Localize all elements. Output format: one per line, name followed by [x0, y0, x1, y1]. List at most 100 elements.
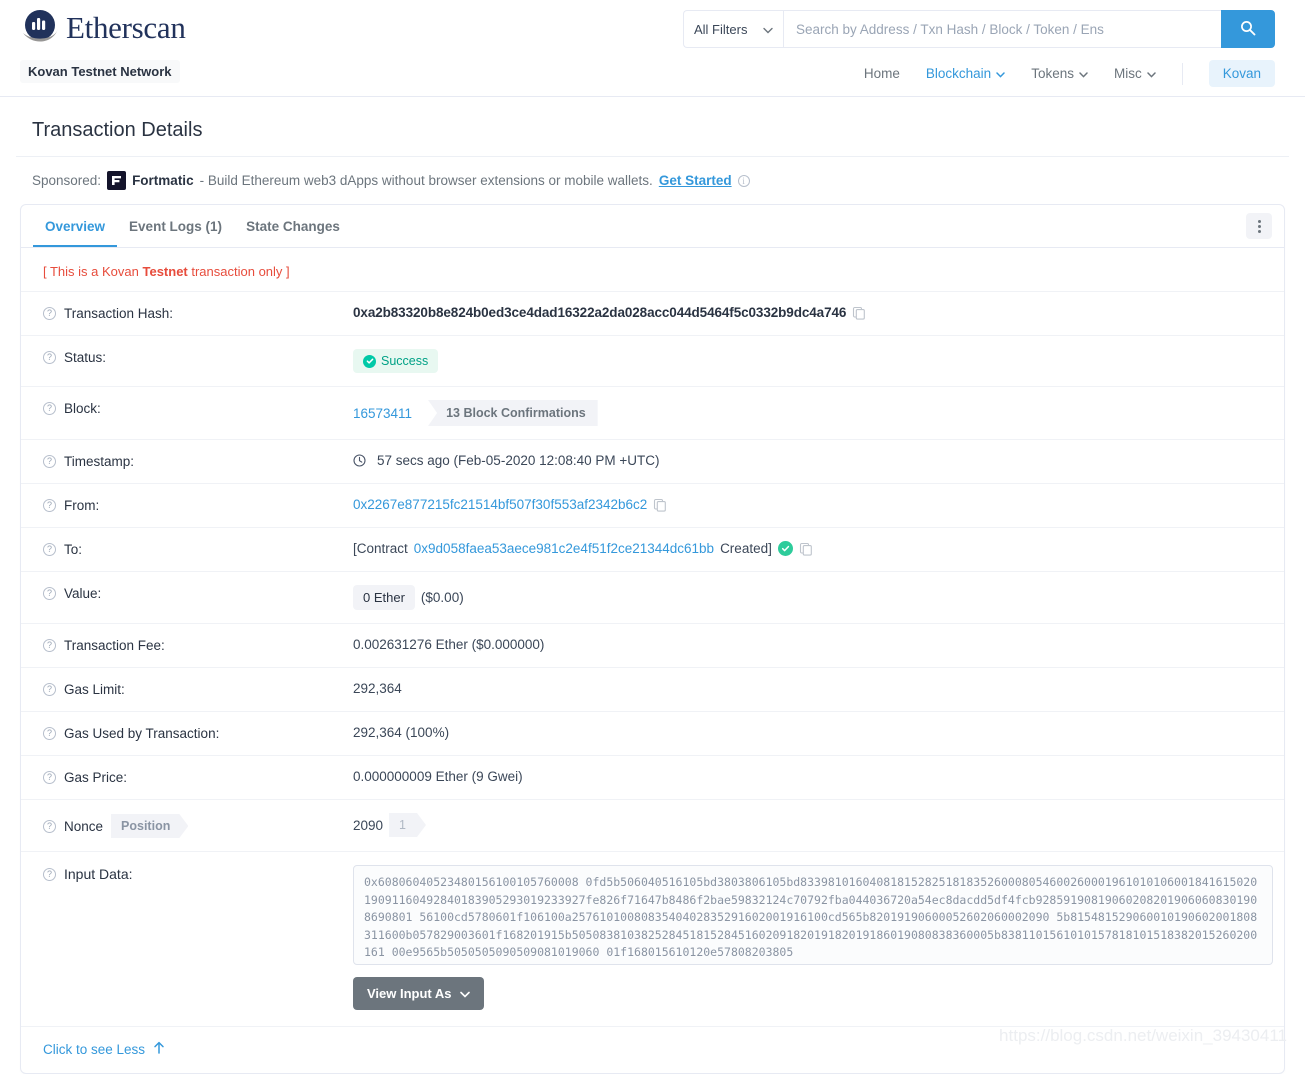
- chevron-down-icon: [763, 22, 773, 37]
- transaction-card: Overview Event Logs (1) State Changes [ …: [20, 204, 1285, 1074]
- help-icon[interactable]: ?: [43, 727, 56, 740]
- search-filter-select[interactable]: All Filters: [683, 10, 783, 48]
- row-timestamp: ? Timestamp: 57 secs ago (Feb-05-2020 12…: [21, 439, 1284, 483]
- tab-overview[interactable]: Overview: [33, 207, 118, 247]
- nav-label: Blockchain: [925, 66, 992, 81]
- testnet-notice: [ This is a Kovan Testnet transaction on…: [21, 248, 1284, 291]
- timestamp-value: 57 secs ago (Feb-05-2020 12:08:40 PM +UT…: [377, 453, 660, 468]
- sponsor-text: - Build Ethereum web3 dApps without brow…: [199, 173, 653, 188]
- row-value: 0 Ether ($0.00): [353, 585, 1262, 610]
- nav-label: Home: [863, 66, 900, 81]
- fortmatic-logo-icon: [107, 171, 127, 190]
- to-contract-address-link[interactable]: 0x9d058faea53aece981c2e4f51f2ce21344dc61…: [414, 541, 714, 556]
- row-value: 0x60806040523480156100105760008 0fd5b506…: [353, 865, 1273, 965]
- to-contract-prefix: [Contract: [353, 541, 408, 556]
- help-icon[interactable]: ?: [43, 639, 56, 652]
- gas-price-value: 0.000000009 Ether (9 Gwei): [353, 769, 523, 784]
- nav-item-misc[interactable]: Misc: [1114, 66, 1156, 81]
- row-label-text: To:: [64, 542, 83, 557]
- row-value: 0xa2b83320b8e824b0ed3ce4dad16322a2da028a…: [353, 305, 1262, 320]
- help-icon[interactable]: ?: [43, 307, 56, 320]
- nav-divider: [1181, 62, 1183, 85]
- help-icon[interactable]: ?: [43, 867, 56, 881]
- input-data-textarea[interactable]: 0x60806040523480156100105760008 0fd5b506…: [353, 865, 1273, 965]
- brand-logo[interactable]: Etherscan: [20, 8, 186, 48]
- arrow-up-icon: [153, 1041, 165, 1057]
- sponsored-banner: Sponsored: Fortmatic - Build Ethereum we…: [16, 157, 1289, 204]
- chevron-down-icon: [1079, 66, 1088, 81]
- nav-item-blockchain[interactable]: Blockchain: [926, 66, 1005, 81]
- nav-label: Misc: [1113, 66, 1142, 81]
- row-label-text: Transaction Hash:: [64, 306, 174, 321]
- row-label: ? Timestamp:: [43, 453, 353, 469]
- more-vertical-icon[interactable]: [1246, 213, 1272, 239]
- info-icon[interactable]: i: [737, 174, 750, 187]
- clock-icon: [353, 454, 366, 467]
- verified-check-circle-icon: [777, 541, 793, 556]
- row-from: ? From: 0x2267e877215fc21514bf507f30f553…: [21, 483, 1284, 527]
- row-label-text: Timestamp:: [64, 454, 135, 469]
- search-input[interactable]: [783, 10, 1221, 48]
- status-text: Success: [381, 354, 429, 368]
- page-title-bar: Transaction Details: [16, 97, 1289, 157]
- status-badge: Success: [353, 349, 439, 373]
- copy-icon[interactable]: [799, 542, 813, 556]
- main-navigation: Home Blockchain Tokens Misc Kovan: [864, 60, 1275, 87]
- testnet-notice-suffix: transaction only ]: [187, 264, 290, 279]
- search-filter-label: All Filters: [694, 21, 748, 37]
- row-label-text: Gas Used by Transaction:: [64, 726, 220, 741]
- row-transaction-fee: ? Transaction Fee: 0.002631276 Ether ($0…: [21, 623, 1284, 667]
- from-address-link[interactable]: 0x2267e877215fc21514bf507f30f553af2342b6…: [353, 497, 647, 512]
- nav-item-home[interactable]: Home: [864, 66, 900, 81]
- network-selector-pill[interactable]: Kovan: [1208, 60, 1275, 87]
- row-value: 292,364: [353, 681, 1262, 696]
- row-value: 292,364 (100%): [353, 725, 1262, 740]
- row-label: ? Gas Price:: [43, 769, 353, 785]
- help-icon[interactable]: ?: [43, 455, 56, 468]
- help-icon[interactable]: ?: [43, 351, 56, 364]
- row-label: ? Block:: [43, 400, 353, 416]
- row-label-text: Gas Limit:: [64, 682, 125, 697]
- tab-bar: Overview Event Logs (1) State Changes: [21, 205, 1284, 248]
- help-icon[interactable]: ?: [43, 587, 56, 600]
- row-value: 2090 1: [353, 813, 1262, 837]
- row-nonce: ? Nonce Position 2090 1: [21, 799, 1284, 851]
- view-input-as-button[interactable]: View Input As: [353, 977, 484, 1010]
- row-value: 0.000000009 Ether (9 Gwei): [353, 769, 1262, 784]
- block-number-link[interactable]: 16573411: [353, 406, 412, 421]
- nonce-position-label-badge: Position: [111, 814, 188, 838]
- help-icon[interactable]: ?: [43, 683, 56, 696]
- row-block: ? Block: 16573411 13 Block Confirmations: [21, 386, 1284, 439]
- chevron-down-icon: [459, 986, 470, 1001]
- help-icon[interactable]: ?: [43, 771, 56, 784]
- search-icon: [1240, 20, 1256, 39]
- row-label: ? Gas Limit:: [43, 681, 353, 697]
- testnet-notice-emphasis: Testnet: [142, 264, 188, 279]
- row-label-text: Nonce: [64, 818, 104, 834]
- help-icon[interactable]: ?: [43, 819, 56, 833]
- copy-icon[interactable]: [852, 306, 866, 320]
- row-label-text: From:: [64, 498, 100, 513]
- help-icon[interactable]: ?: [43, 499, 56, 512]
- sponsor-cta-link[interactable]: Get Started: [659, 173, 732, 188]
- tab-event-logs[interactable]: Event Logs (1): [117, 207, 234, 246]
- search-button[interactable]: [1221, 10, 1275, 48]
- copy-icon[interactable]: [653, 498, 667, 512]
- row-value: 57 secs ago (Feb-05-2020 12:08:40 PM +UT…: [353, 453, 1262, 468]
- chevron-down-icon: [996, 66, 1005, 81]
- view-input-as-wrap: View Input As: [21, 965, 1284, 1026]
- sponsor-name[interactable]: Fortmatic: [132, 173, 194, 188]
- help-icon[interactable]: ?: [43, 402, 56, 415]
- value-amount-pill: 0 Ether: [353, 585, 415, 610]
- check-circle-icon: [363, 354, 376, 368]
- see-less-link[interactable]: Click to see Less: [21, 1026, 1284, 1073]
- tab-state-changes[interactable]: State Changes: [234, 207, 352, 246]
- etherscan-logo-icon: [20, 8, 60, 48]
- row-label-text: Status:: [64, 350, 107, 365]
- help-icon[interactable]: ?: [43, 543, 56, 556]
- row-value-amount: ? Value: 0 Ether ($0.00): [21, 571, 1284, 623]
- nav-item-tokens[interactable]: Tokens: [1031, 66, 1088, 81]
- view-input-as-label: View Input As: [367, 986, 452, 1001]
- chevron-down-icon: [1146, 66, 1156, 81]
- row-label-text: Value:: [64, 586, 102, 601]
